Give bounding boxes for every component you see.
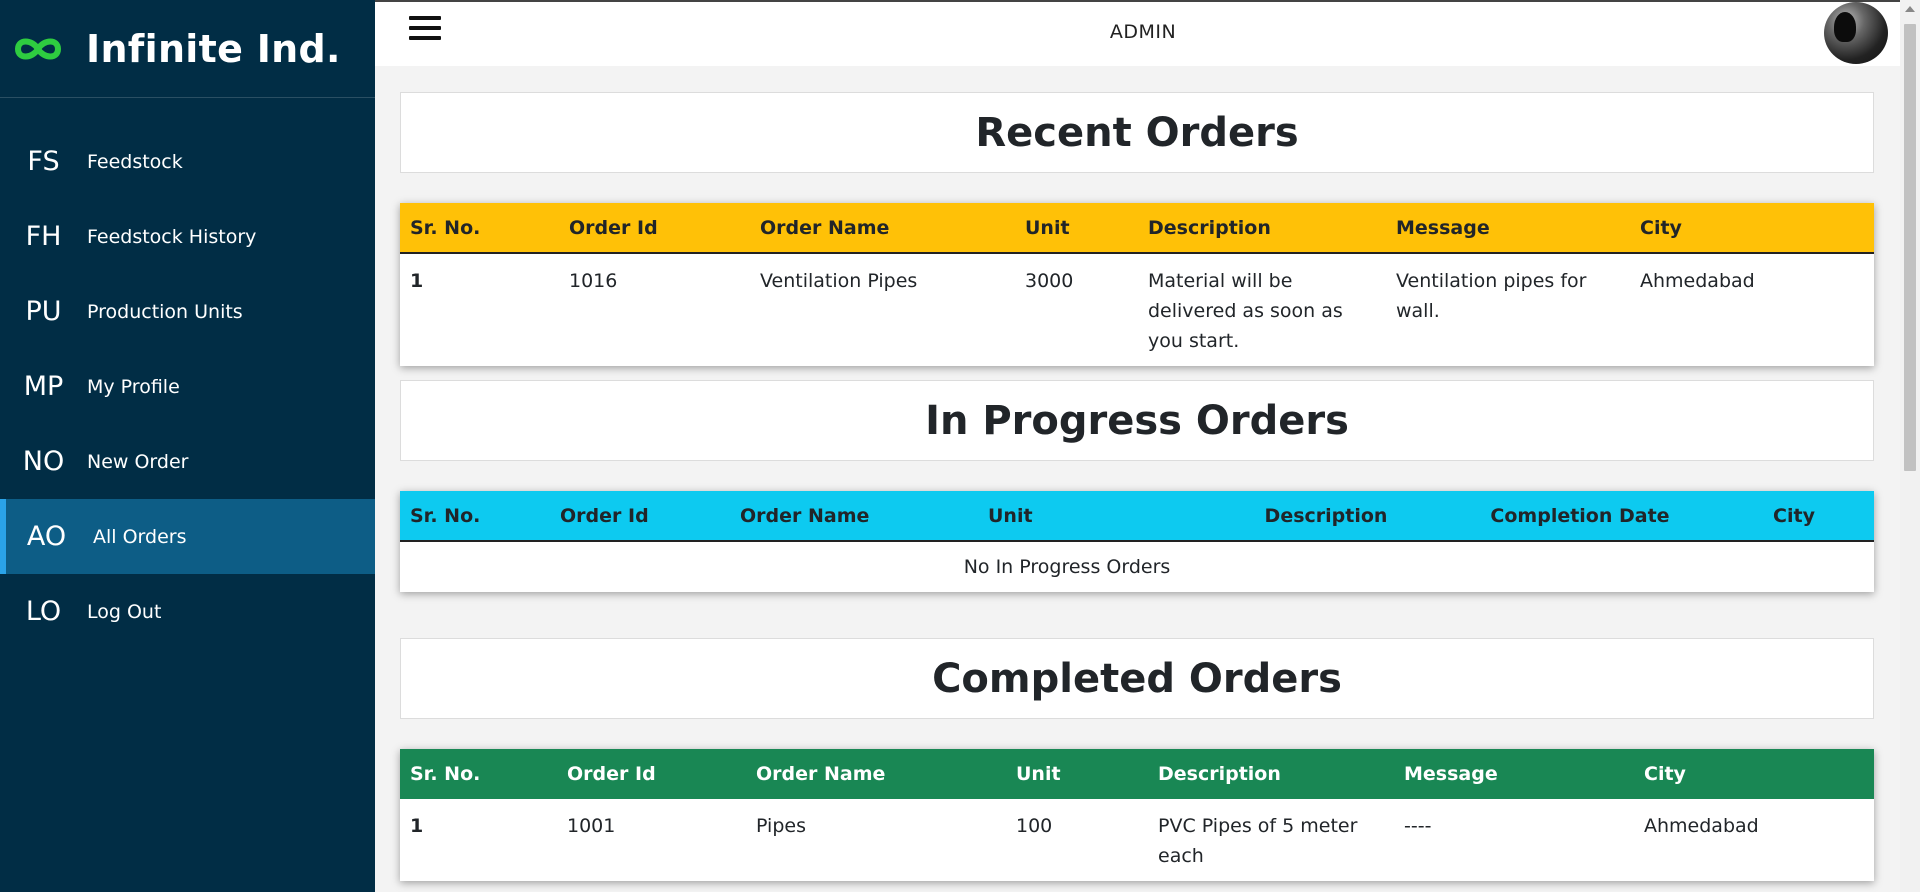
sidebar-item-label: Feedstock History <box>87 225 257 248</box>
sidebar-item-feedstock-history[interactable]: FH Feedstock History <box>0 199 375 274</box>
table-row: 1 1001 Pipes 100 PVC Pipes of 5 meter ea… <box>400 799 1874 881</box>
column-header: Description <box>1148 749 1394 799</box>
table-header-row: Sr. No. Order Id Order Name Unit Descrip… <box>400 491 1874 542</box>
column-header: Completion Date <box>1446 491 1714 542</box>
table-cell: 100 <box>1016 815 1053 837</box>
sidebar-item-my-profile[interactable]: MP My Profile <box>0 349 375 424</box>
table-cell: Ventilation Pipes <box>760 270 918 292</box>
table-cell: 1 <box>410 270 424 292</box>
table-cell: Ahmedabad <box>1644 815 1759 837</box>
sidebar-item-label: New Order <box>87 450 189 473</box>
table-header-row: Sr. No. Order Id Order Name Unit Descrip… <box>400 749 1874 799</box>
sidebar-item-new-order[interactable]: NO New Order <box>0 424 375 499</box>
top-bar: ADMIN <box>375 0 1900 66</box>
column-header: Sr. No. <box>400 203 559 254</box>
column-header: City <box>1714 491 1874 542</box>
column-header: Order Id <box>557 749 746 799</box>
scrollbar-thumb[interactable] <box>1904 24 1916 471</box>
empty-state-text: No In Progress Orders <box>963 556 1171 578</box>
column-header: Description <box>1206 491 1446 542</box>
sidebar-item-label: Production Units <box>87 300 243 323</box>
recent-orders-table: Sr. No. Order Id Order Name Unit Descrip… <box>400 203 1874 366</box>
scroll-up-arrow-icon[interactable] <box>1905 6 1915 12</box>
table-cell: PVC Pipes of 5 meter each <box>1158 815 1358 867</box>
sidebar-item-feedstock[interactable]: FS Feedstock <box>0 124 375 199</box>
table-cell: Pipes <box>756 815 806 837</box>
brand[interactable]: Infinite Ind. <box>0 0 375 98</box>
column-header: Description <box>1138 203 1386 254</box>
table-header-row: Sr. No. Order Id Order Name Unit Descrip… <box>400 203 1874 254</box>
table-cell: ---- <box>1404 815 1432 837</box>
in-progress-orders-table: Sr. No. Order Id Order Name Unit Descrip… <box>400 491 1874 592</box>
column-header: City <box>1634 749 1874 799</box>
sidebar-nav: FS Feedstock FH Feedstock History PU Pro… <box>0 124 375 649</box>
sidebar-item-abbr: PU <box>25 296 62 327</box>
completed-orders-header: Completed Orders <box>400 638 1874 719</box>
column-header: City <box>1630 203 1874 254</box>
page-scrollbar[interactable] <box>1900 0 1920 892</box>
column-header: Message <box>1386 203 1630 254</box>
column-header: Order Name <box>730 491 978 542</box>
in-progress-orders-title: In Progress Orders <box>925 397 1349 444</box>
column-header: Order Name <box>750 203 1015 254</box>
table-cell: 1016 <box>569 270 618 292</box>
sidebar-item-log-out[interactable]: LO Log Out <box>0 574 375 649</box>
sidebar-item-label: All Orders <box>93 525 187 548</box>
in-progress-orders-header: In Progress Orders <box>400 380 1874 461</box>
sidebar-item-abbr: FH <box>25 221 62 252</box>
brand-title: Infinite Ind. <box>86 26 341 71</box>
sidebar-item-label: Feedstock <box>87 150 183 173</box>
column-header: Unit <box>1015 203 1138 254</box>
column-header: Order Name <box>746 749 1006 799</box>
table-cell: 1001 <box>567 815 616 837</box>
completed-orders-title: Completed Orders <box>932 655 1342 702</box>
column-header: Order Id <box>559 203 750 254</box>
sidebar-item-label: Log Out <box>87 600 162 623</box>
table-cell: Material will be delivered as soon as yo… <box>1148 270 1343 352</box>
avatar[interactable] <box>1824 2 1888 64</box>
sidebar-item-abbr: LO <box>25 596 62 627</box>
sidebar-item-production-units[interactable]: PU Production Units <box>0 274 375 349</box>
sidebar-item-all-orders[interactable]: AO All Orders <box>0 499 375 574</box>
column-header: Sr. No. <box>400 749 557 799</box>
sidebar-item-label: My Profile <box>87 375 180 398</box>
column-header: Unit <box>1006 749 1148 799</box>
hamburger-icon[interactable] <box>409 16 441 42</box>
completed-orders-table: Sr. No. Order Id Order Name Unit Descrip… <box>400 749 1874 881</box>
column-header: Message <box>1394 749 1634 799</box>
recent-orders-title: Recent Orders <box>975 109 1299 156</box>
sidebar-item-abbr: AO <box>26 521 67 552</box>
column-header: Unit <box>978 491 1206 542</box>
table-cell: 1 <box>410 815 424 837</box>
user-role-label: ADMIN <box>1109 21 1177 43</box>
column-header: Sr. No. <box>400 491 550 542</box>
sidebar: Infinite Ind. FS Feedstock FH Feedstock … <box>0 0 375 892</box>
table-cell: 3000 <box>1025 270 1074 292</box>
table-row-empty: No In Progress Orders <box>400 541 1874 592</box>
sidebar-item-abbr: NO <box>22 446 65 477</box>
sidebar-item-abbr: FS <box>27 146 60 177</box>
sidebar-item-abbr: MP <box>23 371 64 402</box>
table-cell: Ventilation pipes for wall. <box>1396 270 1587 322</box>
column-header: Order Id <box>550 491 730 542</box>
infinity-logo-icon <box>15 38 61 59</box>
table-row: 1 1016 Ventilation Pipes 3000 Material w… <box>400 253 1874 366</box>
recent-orders-header: Recent Orders <box>400 92 1874 173</box>
table-cell: Ahmedabad <box>1640 270 1755 292</box>
